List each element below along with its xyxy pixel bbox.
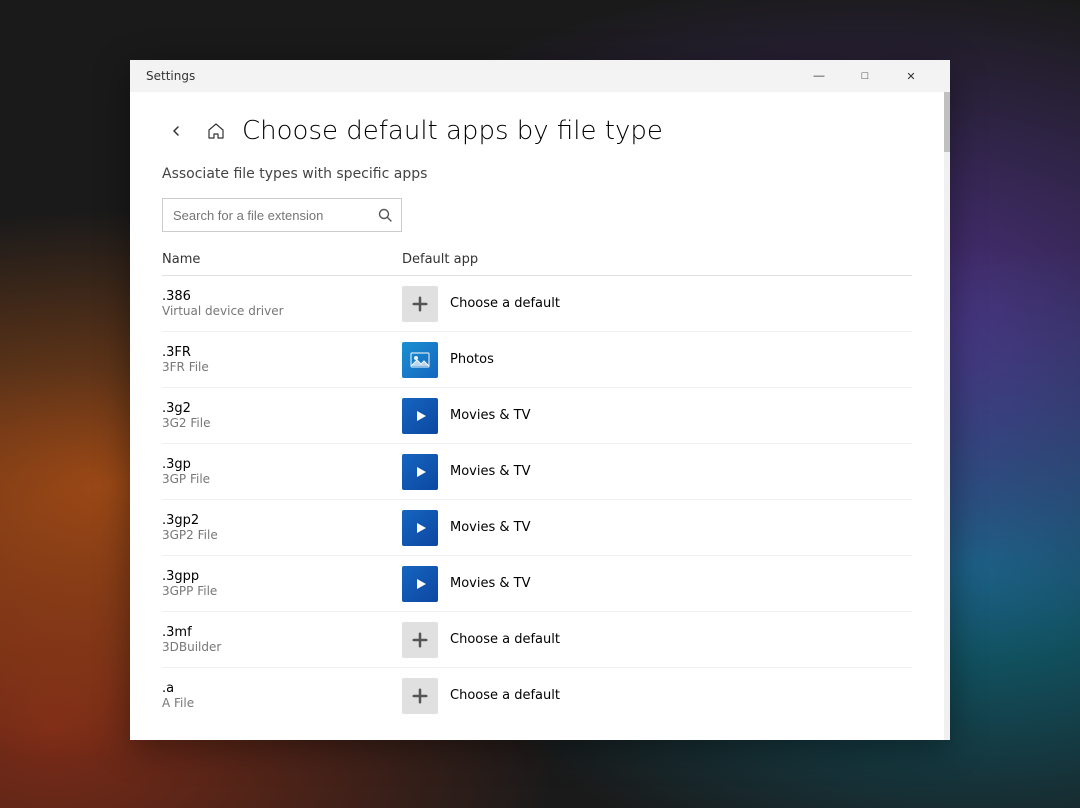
table-row: .3gpp3GPP File Movies & TV — [162, 556, 912, 612]
home-button[interactable] — [202, 117, 230, 145]
row-name-col: .3FR3FR File — [162, 345, 402, 374]
scrollbar-track[interactable] — [944, 92, 950, 740]
app-name-label: Movies & TV — [450, 576, 530, 591]
row-app-col[interactable]: Movies & TV — [402, 510, 912, 546]
search-button[interactable] — [369, 199, 401, 231]
app-icon — [402, 510, 438, 546]
table-row: .3gp3GP File Movies & TV — [162, 444, 912, 500]
app-name-label: Movies & TV — [450, 464, 530, 479]
file-description: 3GP File — [162, 472, 402, 486]
play-icon — [410, 406, 430, 426]
app-name-label: Choose a default — [450, 632, 560, 647]
row-name-col: .3gpp3GPP File — [162, 569, 402, 598]
plus-icon — [410, 630, 430, 650]
table-row: .3mf3DBuilder Choose a default — [162, 612, 912, 668]
app-icon — [402, 342, 438, 378]
app-icon — [402, 566, 438, 602]
row-app-col[interactable]: Choose a default — [402, 622, 912, 658]
file-type-table: Name Default app .386Virtual device driv… — [162, 248, 912, 716]
file-extension: .3gp2 — [162, 513, 402, 528]
title-bar-left: Settings — [146, 69, 195, 83]
file-description: 3GP2 File — [162, 528, 402, 542]
app-icon — [402, 286, 438, 322]
file-extension: .386 — [162, 289, 402, 304]
app-name-label: Movies & TV — [450, 520, 530, 535]
file-extension: .3mf — [162, 625, 402, 640]
row-name-col: .3mf3DBuilder — [162, 625, 402, 654]
settings-window: Settings — □ ✕ Choose — [130, 60, 950, 740]
column-app-header: Default app — [402, 252, 912, 267]
file-description: Virtual device driver — [162, 304, 402, 318]
file-extension: .a — [162, 681, 402, 696]
photos-icon — [410, 350, 430, 370]
file-description: 3GPP File — [162, 584, 402, 598]
table-body: .386Virtual device driver Choose a defaul… — [162, 276, 912, 716]
title-bar-controls: — □ ✕ — [796, 60, 934, 92]
plus-icon — [410, 294, 430, 314]
app-icon — [402, 398, 438, 434]
page-header: Choose default apps by file type — [162, 116, 912, 146]
column-name-header: Name — [162, 252, 402, 267]
play-icon — [410, 462, 430, 482]
row-app-col[interactable]: Choose a default — [402, 678, 912, 714]
minimize-button[interactable]: — — [796, 60, 842, 92]
file-description: 3FR File — [162, 360, 402, 374]
scrollbar-thumb — [944, 92, 950, 152]
row-name-col: .386Virtual device driver — [162, 289, 402, 318]
app-name-label: Movies & TV — [450, 408, 530, 423]
file-description: A File — [162, 696, 402, 710]
file-extension: .3FR — [162, 345, 402, 360]
play-icon — [410, 574, 430, 594]
table-row: .3FR3FR File Photos — [162, 332, 912, 388]
maximize-button[interactable]: □ — [842, 60, 888, 92]
file-extension: .3gpp — [162, 569, 402, 584]
file-extension: .3gp — [162, 457, 402, 472]
row-name-col: .aA File — [162, 681, 402, 710]
back-button[interactable] — [162, 117, 190, 145]
close-button[interactable]: ✕ — [888, 60, 934, 92]
app-icon — [402, 454, 438, 490]
table-row: .3g23G2 File Movies & TV — [162, 388, 912, 444]
row-app-col[interactable]: Movies & TV — [402, 566, 912, 602]
row-name-col: .3g23G2 File — [162, 401, 402, 430]
table-row: .3gp23GP2 File Movies & TV — [162, 500, 912, 556]
file-description: 3DBuilder — [162, 640, 402, 654]
app-name-label: Photos — [450, 352, 494, 367]
row-app-col[interactable]: Photos — [402, 342, 912, 378]
table-row: .aA File Choose a default — [162, 668, 912, 716]
table-header: Name Default app — [162, 248, 912, 276]
search-icon — [378, 208, 392, 222]
row-name-col: .3gp23GP2 File — [162, 513, 402, 542]
play-icon — [410, 518, 430, 538]
search-box — [162, 198, 402, 232]
main-content: Choose default apps by file type Associa… — [130, 92, 944, 740]
plus-icon — [410, 686, 430, 706]
search-input[interactable] — [163, 208, 369, 223]
app-icon — [402, 622, 438, 658]
file-description: 3G2 File — [162, 416, 402, 430]
content-area: Choose default apps by file type Associa… — [130, 92, 950, 740]
row-app-col[interactable]: Choose a default — [402, 286, 912, 322]
page-title: Choose default apps by file type — [242, 116, 663, 146]
row-app-col[interactable]: Movies & TV — [402, 454, 912, 490]
table-row: .386Virtual device driver Choose a defaul… — [162, 276, 912, 332]
app-icon — [402, 678, 438, 714]
title-bar: Settings — □ ✕ — [130, 60, 950, 92]
app-name-label: Choose a default — [450, 296, 560, 311]
app-name-label: Choose a default — [450, 688, 560, 703]
file-extension: .3g2 — [162, 401, 402, 416]
row-app-col[interactable]: Movies & TV — [402, 398, 912, 434]
home-icon — [207, 122, 225, 140]
back-icon — [170, 125, 182, 137]
window-title-label: Settings — [146, 69, 195, 83]
row-name-col: .3gp3GP File — [162, 457, 402, 486]
subtitle-text: Associate file types with specific apps — [162, 166, 912, 182]
